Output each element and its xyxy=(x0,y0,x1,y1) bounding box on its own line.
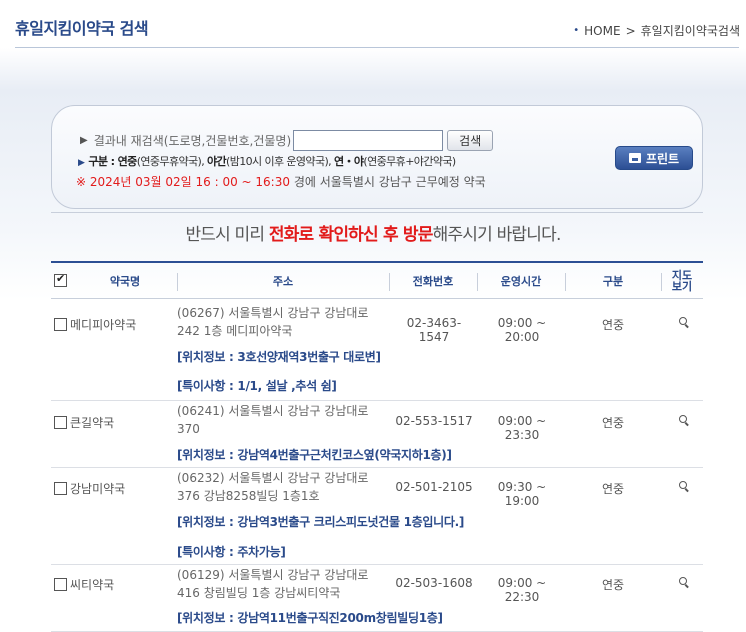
type-legend: ▶ 구분 : 연중(연중무휴약국), 야간(밤10시 이후 운영약국), 연・야(… xyxy=(78,153,456,169)
pharmacy-hours: 09:30 ~ 19:00 xyxy=(497,480,547,508)
breadcrumb: • HOME > 휴일지킴이약국검색 xyxy=(573,22,740,39)
pharmacy-table: 약국명 주소 전화번호 운영시간 구분 지도 보기 메디피아약국 (06267)… xyxy=(51,261,703,632)
table-row: 메디피아약국 (06267) 서울특별시 강남구 강남대로 242 1층 메디피… xyxy=(51,299,703,401)
row-checkbox[interactable] xyxy=(54,482,67,495)
printer-icon xyxy=(628,153,641,163)
legend-desc-both: (연중무휴+야간약국) xyxy=(363,155,456,168)
table-row: 큰길약국 (06241) 서울특별시 강남구 강남대로 370 02-553-1… xyxy=(51,401,703,468)
triangle-bullet-icon: ▶ xyxy=(80,135,88,146)
search-panel: ▶ 결과내 재검색(도로명,건물번호,건물명) 검색 ▶ 구분 : 연중(연중무휴… xyxy=(51,105,703,209)
table-row: 강남미약국 (06232) 서울특별시 강남구 강남대로 376 강남8258빌… xyxy=(51,468,703,565)
notice-divider xyxy=(51,212,703,213)
header-map: 지도 보기 xyxy=(671,269,693,293)
legend-desc-night: (밤10시 이후 운영약국), xyxy=(226,155,334,168)
header-divider xyxy=(15,47,739,48)
map-view-button[interactable] xyxy=(679,576,691,590)
search-input[interactable] xyxy=(293,130,444,151)
breadcrumb-separator: > xyxy=(625,23,636,38)
location-info: [위치정보 : 강남역4번출구근처킨코스옆(약국지하1층)] xyxy=(177,448,452,462)
select-all-checkbox[interactable] xyxy=(54,272,67,287)
magnifier-icon xyxy=(679,415,689,425)
breadcrumb-home[interactable]: HOME xyxy=(584,24,620,38)
pharmacy-tel: 02-553-1517 xyxy=(395,414,473,428)
header-address: 주소 xyxy=(272,274,294,288)
pharmacy-address: (06232) 서울특별시 강남구 강남대로 376 강남8258빌딩 1층1호 xyxy=(177,471,369,503)
pharmacy-hours: 09:00 ~ 22:30 xyxy=(497,576,547,604)
map-view-button[interactable] xyxy=(679,316,691,330)
special-note: [특이사항 : 1/1, 설날 ,추석 쉼] xyxy=(177,379,337,393)
datetime-range: ※ 2024년 03월 02일 16 : 00 ~ 16:30 xyxy=(76,175,290,189)
search-label: 결과내 재검색(도로명,건물번호,건물명) xyxy=(93,134,292,148)
notice-post: 해주시기 바랍니다. xyxy=(432,225,562,245)
header-tel: 전화번호 xyxy=(412,274,454,288)
legend-type-night: 야간 xyxy=(206,155,227,168)
legend-desc-yearround: (연중무휴약국), xyxy=(136,155,207,168)
magnifier-icon xyxy=(679,577,689,587)
triangle-bullet-icon: ▶ xyxy=(78,158,85,168)
magnifier-icon xyxy=(679,317,689,327)
row-checkbox[interactable] xyxy=(54,416,67,429)
breadcrumb-current: 휴일지킴이약국검색 xyxy=(640,24,740,38)
pharmacy-type: 연중 xyxy=(601,318,625,332)
page-title: 휴일지킴이약국 검색 xyxy=(15,19,149,38)
location-info: [위치정보 : 3호선양재역3번출구 대로변] xyxy=(177,350,381,364)
pharmacy-type: 연중 xyxy=(601,416,625,430)
location-info: [위치정보 : 강남역11번출구직진200m창림빌딩1층] xyxy=(177,611,443,625)
pharmacy-name: 큰길약국 xyxy=(70,416,115,430)
location-info: [위치정보 : 강남역3번출구 크리스피도넛건물 1층입니다.] xyxy=(177,515,465,529)
header-hours: 운영시간 xyxy=(500,274,542,288)
map-view-button[interactable] xyxy=(679,480,691,494)
legend-type-yearround: 연중 xyxy=(117,155,138,168)
pharmacy-tel: 02-501-2105 xyxy=(395,480,473,494)
pharmacy-name: 강남미약국 xyxy=(70,482,126,496)
legend-type-both: 연・야 xyxy=(333,155,364,168)
pharmacy-hours: 09:00 ~ 23:30 xyxy=(497,414,547,442)
pharmacy-address: (06129) 서울특별시 강남구 강남대로 416 창림빌딩 1층 강남씨티약… xyxy=(177,568,369,600)
pharmacy-name: 메디피아약국 xyxy=(70,318,137,332)
print-button[interactable]: 프린트 xyxy=(615,146,693,170)
search-button[interactable]: 검색 xyxy=(447,130,494,151)
notice-emphasis: 전화로 확인하신 후 방문 xyxy=(268,225,434,245)
pharmacy-type: 연중 xyxy=(601,578,625,592)
pharmacy-name: 씨티약국 xyxy=(70,578,115,592)
row-checkbox[interactable] xyxy=(54,318,67,331)
legend-prefix: 구분 : xyxy=(88,155,118,168)
notice-text: 반드시 미리 전화로 확인하신 후 방문해주시기 바랍니다. xyxy=(0,220,746,245)
pharmacy-tel: 02-503-1608 xyxy=(395,576,473,590)
header-name: 약국명 xyxy=(109,274,141,288)
pharmacy-tel: 02-3463-1547 xyxy=(406,316,462,344)
map-view-button[interactable] xyxy=(679,414,691,428)
pharmacy-hours: 09:00 ~ 20:00 xyxy=(497,316,547,344)
pharmacy-address: (06241) 서울특별시 강남구 강남대로 370 xyxy=(177,404,369,436)
bullet-icon: • xyxy=(573,25,580,36)
pharmacy-address: (06267) 서울특별시 강남구 강남대로 242 1층 메디피아약국 xyxy=(177,306,369,338)
datetime-suffix: 경에 서울특별시 강남구 근무예정 약국 xyxy=(290,175,486,189)
table-row: 씨티약국 (06129) 서울특별시 강남구 강남대로 416 창림빌딩 1층 … xyxy=(51,565,703,632)
special-note: [특이사항 : 주차가능] xyxy=(177,545,286,559)
search-datetime: ※ 2024년 03월 02일 16 : 00 ~ 16:30 경에 서울특별시… xyxy=(76,173,486,190)
table-header: 약국명 주소 전화번호 운영시간 구분 지도 보기 xyxy=(51,261,703,299)
pharmacy-type: 연중 xyxy=(601,482,625,496)
header-type: 구분 xyxy=(602,274,624,288)
notice-pre: 반드시 미리 xyxy=(185,225,269,245)
print-label: 프린트 xyxy=(645,151,680,166)
row-checkbox[interactable] xyxy=(54,578,67,591)
magnifier-icon xyxy=(679,481,689,491)
